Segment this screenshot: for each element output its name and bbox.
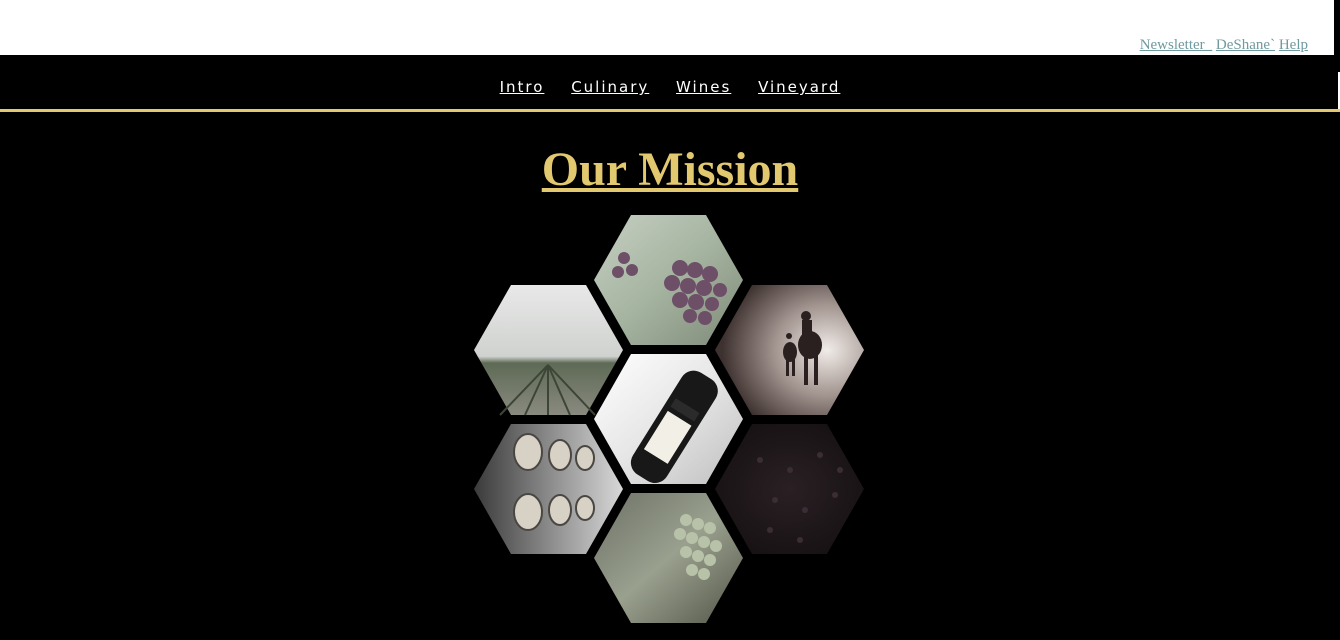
green-grapes-photo [594, 493, 743, 623]
wine-barrels-photo [474, 424, 623, 554]
horse-riders-photo [715, 285, 864, 415]
dark-foliage-photo [715, 424, 864, 554]
hex-gallery [474, 215, 864, 623]
champagne-bottle-photo [594, 354, 743, 484]
vineyard-field-photo [474, 285, 623, 416]
grapes-vine-photo [594, 215, 743, 345]
